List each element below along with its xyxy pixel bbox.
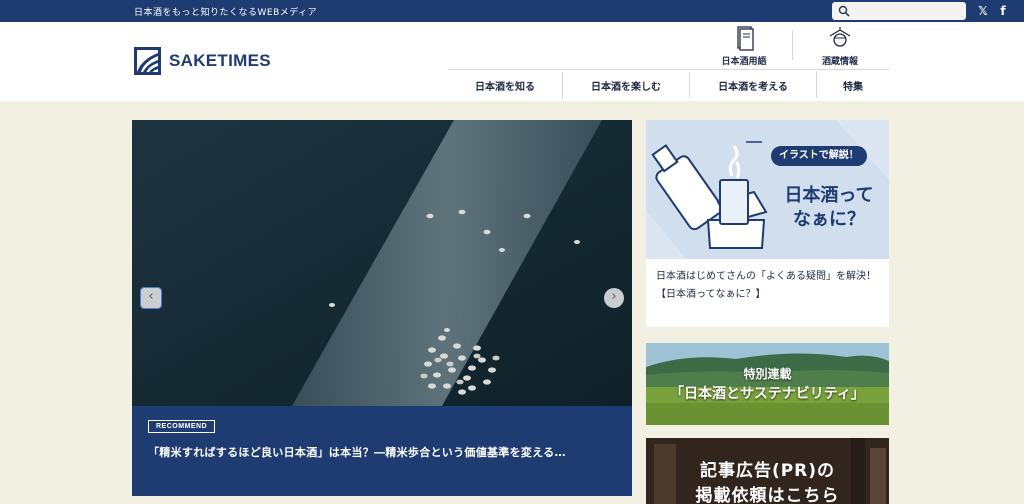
search-box[interactable] bbox=[832, 2, 966, 20]
util-link-label: 日本酒用語 bbox=[721, 57, 767, 67]
banner-kicker: 特別連載 bbox=[743, 367, 792, 381]
global-nav: 日本酒を知る 日本酒を楽しむ 日本酒を考える 特集 bbox=[448, 72, 889, 98]
nav-item-think[interactable]: 日本酒を考える bbox=[690, 72, 817, 98]
hero-slider[interactable]: ‹ › RECOMMEND 「精米すればするほど良い日本酒」は本当？―精米歩合と… bbox=[132, 120, 632, 496]
site-header: SAKETIMES 日本酒用語 酒蔵情報 日本酒を知る 日本酒を楽しむ 日本酒を… bbox=[0, 22, 1024, 101]
hero-image bbox=[132, 120, 632, 406]
site-logo[interactable]: SAKETIMES bbox=[134, 47, 271, 75]
util-link-label: 酒蔵情報 bbox=[821, 57, 858, 67]
nav-item-feature[interactable]: 特集 bbox=[817, 72, 889, 98]
banner-ad-line2: 掲載依頼はこちら bbox=[695, 486, 840, 504]
divider bbox=[448, 69, 889, 70]
nav-item-know[interactable]: 日本酒を知る bbox=[448, 72, 563, 98]
banner-title: 「日本酒とサステナビリティ」 bbox=[670, 386, 865, 402]
nav-item-enjoy[interactable]: 日本酒を楽しむ bbox=[563, 72, 690, 98]
card-illustration: イラストで解説！ 日本酒って なぁに？ bbox=[646, 120, 889, 259]
banner-sustainability[interactable]: 特別連載 「日本酒とサステナビリティ」 bbox=[646, 343, 889, 425]
x-logo-icon[interactable]: 𝕏 bbox=[976, 4, 990, 18]
card-title-line1: 日本酒って bbox=[784, 185, 874, 206]
util-link-brewery[interactable]: 酒蔵情報 bbox=[805, 25, 875, 67]
search-input[interactable] bbox=[854, 4, 962, 18]
card-title-line2: なぁに？ bbox=[793, 209, 865, 230]
card-bubble-label: イラストで解説！ bbox=[771, 146, 867, 166]
banner-ad-line1: 記事広告(PR)の bbox=[699, 461, 836, 481]
book-icon bbox=[737, 26, 754, 51]
top-bar: 日本酒をもっと知りたくなるWEBメディア 𝕏 f bbox=[0, 0, 1024, 22]
slider-prev-button[interactable]: ‹ bbox=[140, 287, 162, 309]
site-tagline: 日本酒をもっと知りたくなるWEBメディア bbox=[134, 8, 318, 18]
slider-next-button[interactable]: › bbox=[604, 288, 624, 308]
hero-headline-link[interactable]: 「精米すればするほど良い日本酒」は本当？―精米歩合という価値基準を変える… bbox=[148, 444, 618, 460]
saketimes-logo-icon bbox=[134, 47, 161, 75]
logo-text: SAKETIMES bbox=[169, 51, 271, 70]
card-title: 日本酒って なぁに？ bbox=[776, 184, 882, 232]
facebook-icon[interactable]: f bbox=[996, 4, 1010, 18]
util-link-glossary[interactable]: 日本酒用語 bbox=[709, 25, 779, 67]
brewery-icon bbox=[829, 27, 851, 47]
recommend-badge: RECOMMEND bbox=[148, 420, 216, 433]
banner-ad-request[interactable]: 記事広告(PR)の 掲載依頼はこちら bbox=[646, 438, 889, 504]
card-caption[interactable]: 日本酒はじめてさんの「よくある疑問」を解決！【日本酒ってなぁに？】 bbox=[656, 268, 882, 304]
side-card-what-is-sake[interactable]: イラストで解説！ 日本酒って なぁに？ 日本酒はじめてさんの「よくある疑問」を解… bbox=[646, 120, 889, 327]
search-icon[interactable] bbox=[838, 5, 850, 17]
divider bbox=[792, 30, 793, 60]
